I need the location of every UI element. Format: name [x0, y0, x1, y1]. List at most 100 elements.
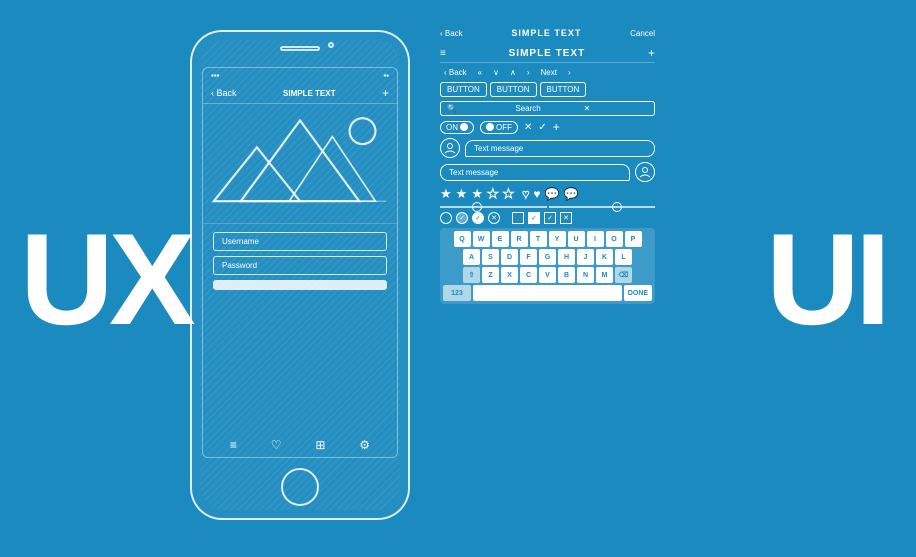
phone-mockup: ▪▪▪ ▪▪ ‹ Back SIMPLE TEXT +	[190, 30, 410, 520]
key-123[interactable]: 123	[443, 285, 471, 301]
star-2[interactable]: ★	[456, 186, 468, 202]
slider-handle-1[interactable]	[472, 202, 482, 212]
battery-icon: ▪▪	[383, 71, 389, 80]
phone-home-button[interactable]	[281, 468, 319, 506]
key-c[interactable]: C	[520, 267, 537, 283]
panel-menu-title: SIMPLE TEXT	[450, 48, 644, 59]
key-space[interactable]	[473, 285, 622, 301]
radio-check[interactable]: ✓	[472, 212, 484, 224]
toggle-off[interactable]: OFF	[480, 121, 518, 134]
phone-add-button[interactable]: +	[382, 86, 389, 100]
key-i[interactable]: I	[587, 231, 604, 247]
phone-camera	[328, 42, 334, 48]
panel-toggle-row: ON OFF ✕ ✓ +	[440, 120, 655, 134]
panel-back-button[interactable]: ‹ Back	[440, 29, 463, 38]
key-l[interactable]: L	[615, 249, 632, 265]
radio-cross[interactable]: ✕	[488, 212, 500, 224]
key-g[interactable]: G	[539, 249, 556, 265]
key-j[interactable]: J	[577, 249, 594, 265]
key-q[interactable]: Q	[454, 231, 471, 247]
signal-icon: ▪▪▪	[211, 71, 220, 80]
keyboard-row-3: ⇧ Z X C V B N M ⌫	[443, 267, 652, 283]
key-u[interactable]: U	[568, 231, 585, 247]
radio-checked[interactable]: ✓	[456, 212, 468, 224]
key-y[interactable]: Y	[549, 231, 566, 247]
checkbox-checked[interactable]: ✓	[528, 212, 540, 224]
nav-back-btn[interactable]: ‹ Back	[440, 67, 471, 78]
chat-bubble-incoming: Text message	[440, 164, 630, 181]
key-f[interactable]: F	[520, 249, 537, 265]
speech-bubble-2[interactable]: 💬	[563, 187, 578, 201]
nav-down-icon[interactable]: ∨	[489, 67, 503, 78]
ui-button-2[interactable]: BUTTON	[490, 82, 537, 97]
panel-cancel-button[interactable]: Cancel	[630, 29, 655, 38]
key-x[interactable]: X	[501, 267, 518, 283]
hamburger-icon[interactable]: ≡	[440, 48, 446, 59]
key-p[interactable]: P	[625, 231, 642, 247]
key-r[interactable]: R	[511, 231, 528, 247]
panel-add-button[interactable]: +	[648, 46, 655, 60]
star-4[interactable]: ★	[487, 186, 499, 202]
speech-bubble-1[interactable]: 💬	[545, 187, 560, 201]
nav-prev-icon[interactable]: «	[474, 67, 486, 78]
key-z[interactable]: Z	[482, 267, 499, 283]
key-w[interactable]: W	[473, 231, 490, 247]
heart-icon[interactable]: ♡	[271, 438, 282, 452]
menu-icon[interactable]: ≡	[230, 438, 237, 452]
phone-nav-title: SIMPLE TEXT	[242, 89, 377, 98]
key-e[interactable]: E	[492, 231, 509, 247]
key-backspace[interactable]: ⌫	[615, 267, 632, 283]
panel-header-title: SIMPLE TEXT	[467, 28, 626, 38]
star-1[interactable]: ★	[440, 186, 452, 202]
phone-bottom-icons: ≡ ♡ ⊞ ⚙	[203, 433, 397, 457]
key-a[interactable]: A	[463, 249, 480, 265]
checkbox-cross[interactable]: ✕	[560, 212, 572, 224]
key-done[interactable]: DONE	[624, 285, 652, 301]
key-d[interactable]: D	[501, 249, 518, 265]
search-clear-icon[interactable]: ✕	[584, 104, 648, 113]
heart-filled-1[interactable]: ♥	[533, 187, 540, 201]
key-b[interactable]: B	[558, 267, 575, 283]
phone-nav-bar: ‹ Back SIMPLE TEXT +	[203, 83, 397, 104]
heart-empty-1[interactable]: ♥	[522, 187, 529, 201]
key-s[interactable]: S	[482, 249, 499, 265]
password-field[interactable]: Password	[213, 256, 387, 275]
ui-button-1[interactable]: BUTTON	[440, 82, 487, 97]
nav-right-icon[interactable]: ›	[523, 67, 534, 78]
slider-track-2	[549, 206, 656, 208]
key-shift[interactable]: ⇧	[463, 267, 480, 283]
toggle-off-label: OFF	[496, 123, 512, 132]
key-h[interactable]: H	[558, 249, 575, 265]
toggle-on-label: ON	[446, 123, 458, 132]
slider-handle-2[interactable]	[612, 202, 622, 212]
star-5[interactable]: ★	[503, 186, 515, 202]
checkbox-empty[interactable]	[512, 212, 524, 224]
toggle-on[interactable]: ON	[440, 121, 474, 134]
avatar-sender	[440, 138, 460, 158]
list-icon[interactable]: ⊞	[315, 438, 325, 452]
phone-form: Username Password	[203, 224, 397, 298]
phone-speaker	[280, 46, 320, 51]
phone-image-area	[203, 104, 397, 224]
radio-empty[interactable]	[440, 212, 452, 224]
chat-row-2: Text message	[440, 162, 655, 182]
star-3[interactable]: ★	[471, 186, 483, 202]
avatar-receiver	[635, 162, 655, 182]
checkbox-check2[interactable]: ✓	[544, 212, 556, 224]
key-n[interactable]: N	[577, 267, 594, 283]
key-m[interactable]: M	[596, 267, 613, 283]
nav-next-arrow[interactable]: ›	[564, 67, 575, 78]
username-field[interactable]: Username	[213, 232, 387, 251]
key-o[interactable]: O	[606, 231, 623, 247]
key-t[interactable]: T	[530, 231, 547, 247]
key-k[interactable]: K	[596, 249, 613, 265]
settings-icon[interactable]: ⚙	[359, 438, 370, 452]
nav-up-icon[interactable]: ∧	[506, 67, 520, 78]
ui-label: UI	[766, 214, 886, 344]
ui-button-3[interactable]: BUTTON	[540, 82, 587, 97]
submit-button[interactable]	[213, 280, 387, 290]
search-bar[interactable]: 🔍 Search ✕	[440, 101, 655, 116]
back-button[interactable]: ‹ Back	[211, 88, 237, 98]
nav-next-btn[interactable]: Next	[537, 67, 561, 78]
key-v[interactable]: V	[539, 267, 556, 283]
